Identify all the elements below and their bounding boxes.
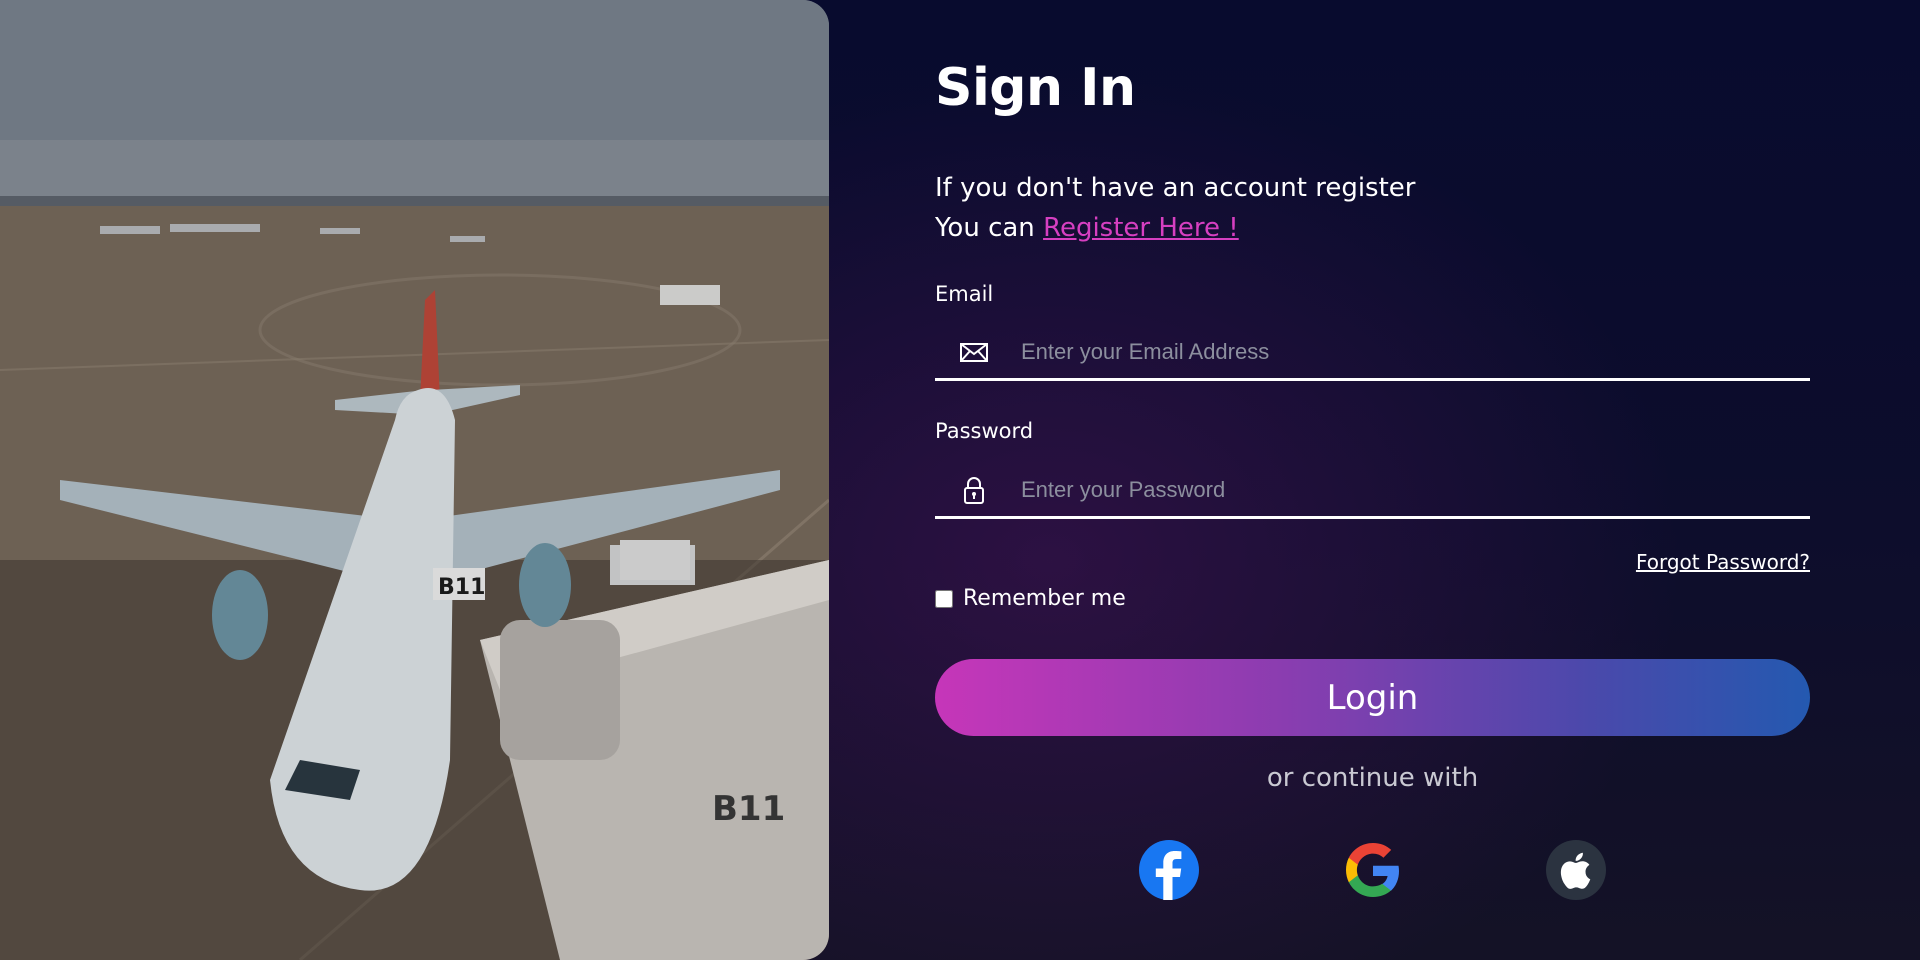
hero-image: B11 B11 — [0, 0, 829, 960]
register-prompt-line1: If you don't have an account register — [935, 173, 1416, 203]
register-prompt-line2: You can Register Here ! — [935, 208, 1415, 248]
password-field — [935, 463, 1810, 519]
register-prompt-prefix: You can — [935, 213, 1044, 243]
register-link[interactable]: Register Here ! — [1043, 213, 1239, 243]
register-prompt: If you don't have an account register Yo… — [935, 168, 1415, 248]
apple-login-button[interactable] — [1544, 838, 1608, 902]
login-button[interactable]: Login — [935, 659, 1810, 736]
lock-icon — [959, 475, 989, 505]
page-title: Sign In — [935, 58, 1136, 118]
continue-with-label: or continue with — [1266, 763, 1479, 793]
airport-illustration: B11 B11 — [0, 0, 829, 960]
remember-me-checkbox[interactable] — [935, 589, 953, 608]
facebook-login-button[interactable] — [1137, 838, 1201, 902]
envelope-icon — [959, 337, 989, 367]
facebook-icon — [1139, 840, 1199, 900]
password-label: Password — [935, 419, 1034, 443]
google-icon — [1346, 843, 1399, 897]
remember-me-label: Remember me — [963, 586, 1126, 611]
email-input[interactable] — [1021, 331, 1791, 373]
password-input[interactable] — [1021, 469, 1791, 511]
google-login-button[interactable] — [1341, 838, 1405, 902]
remember-me: Remember me — [935, 586, 1126, 611]
forgot-password-link[interactable]: Forgot Password? — [1636, 550, 1810, 574]
email-field — [935, 325, 1810, 381]
apple-icon — [1546, 840, 1606, 900]
email-label: Email — [935, 282, 994, 306]
